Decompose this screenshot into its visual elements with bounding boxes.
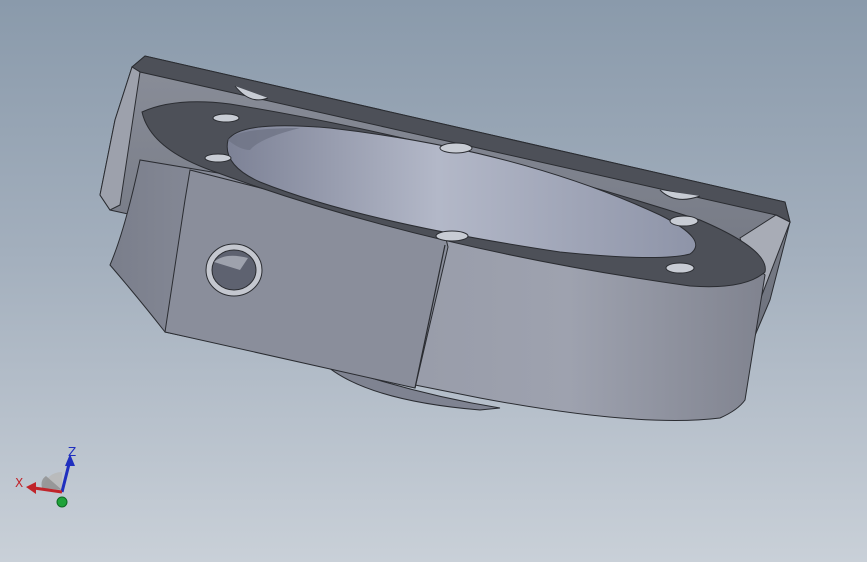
x-axis-label: X bbox=[15, 476, 23, 490]
coordinate-triad: Z X bbox=[15, 445, 76, 508]
model-scene[interactable] bbox=[0, 0, 867, 562]
bolt-hole[interactable] bbox=[439, 142, 473, 154]
bolt-hole[interactable] bbox=[212, 113, 240, 123]
y-axis-dot bbox=[56, 496, 68, 508]
x-axis-arrow bbox=[26, 482, 36, 494]
graphics-viewport[interactable]: Z X bbox=[0, 0, 867, 562]
z-axis-label: Z bbox=[68, 445, 76, 459]
side-tapped-hole[interactable] bbox=[205, 243, 263, 297]
bolt-hole[interactable] bbox=[204, 153, 232, 163]
bolt-hole[interactable] bbox=[665, 262, 695, 274]
bolt-hole[interactable] bbox=[435, 230, 469, 242]
bolt-hole[interactable] bbox=[669, 215, 699, 227]
